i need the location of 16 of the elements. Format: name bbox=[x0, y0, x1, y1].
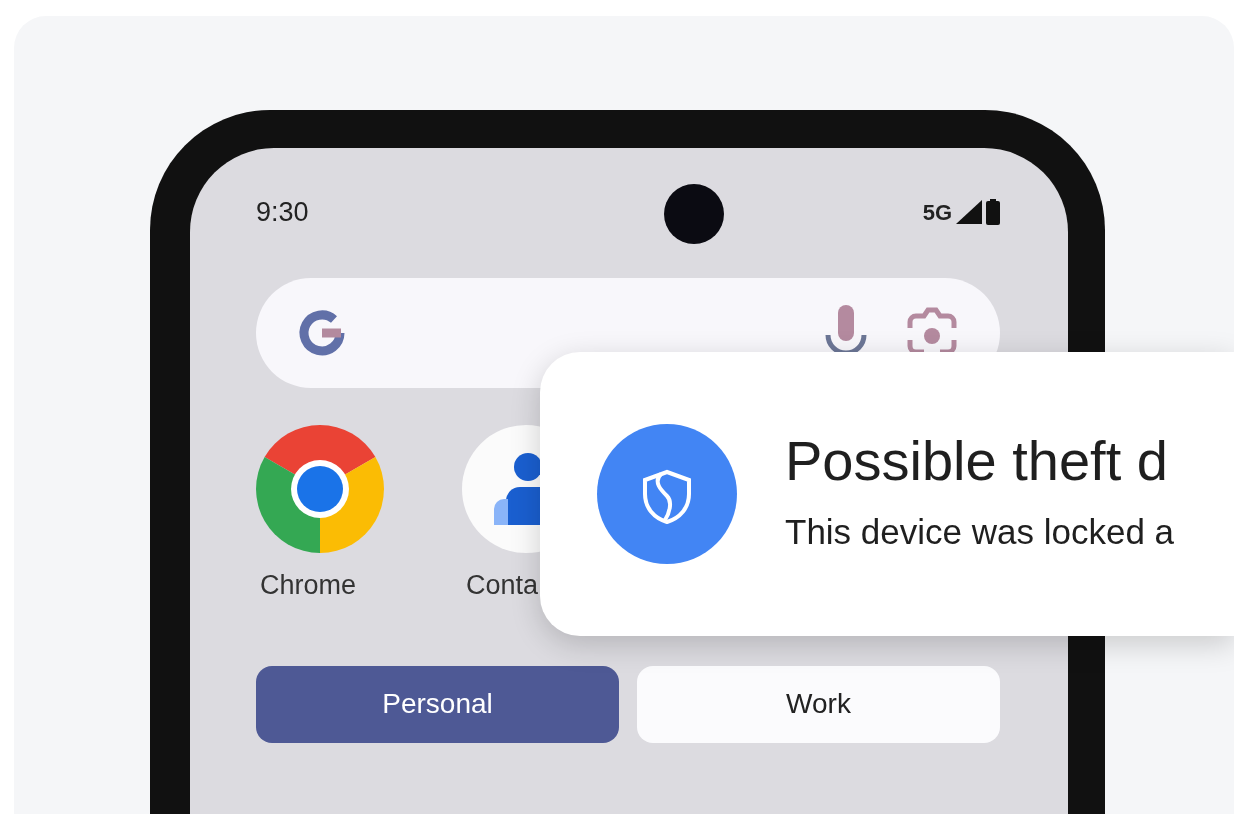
profile-tab[interactable]: Personal bbox=[256, 665, 619, 743]
notification-card[interactable]: Possible theft d This device was locked a bbox=[540, 352, 1234, 636]
battery-icon bbox=[986, 199, 1000, 225]
chrome-icon bbox=[256, 425, 384, 553]
app-label: Conta bbox=[465, 569, 539, 602]
profile-tab[interactable]: Work bbox=[637, 665, 1000, 743]
shield-icon bbox=[597, 424, 737, 564]
status-time: 9:30 bbox=[256, 196, 309, 229]
camera-icon bbox=[664, 184, 724, 244]
person-icon bbox=[494, 453, 540, 525]
notification-title: Possible theft d bbox=[785, 429, 1169, 492]
network-label: 5G bbox=[922, 198, 952, 227]
signal-icon bbox=[956, 200, 982, 224]
notification-message: This device was locked a bbox=[785, 510, 1175, 553]
app-shortcut[interactable]: Chrome bbox=[256, 425, 384, 606]
app-label: Chrome bbox=[259, 569, 357, 602]
